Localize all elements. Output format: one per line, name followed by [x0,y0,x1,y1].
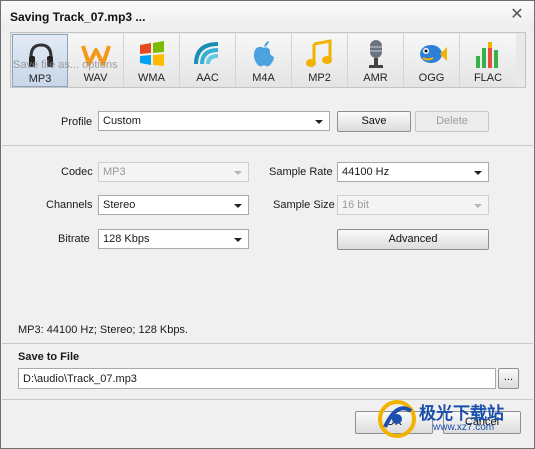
profile-select[interactable]: Custom [98,111,330,131]
output-path-field[interactable]: D:\audio\Track_07.mp3 [18,368,496,389]
format-label: MP2 [308,72,331,84]
title-bar: Saving Track_07.mp3 ... ✕ [1,1,534,31]
bitrate-value: 128 Kbps [103,233,150,245]
watermark: 极光下载站 www.xz7.com [373,395,533,443]
channels-select[interactable]: Stereo [98,195,249,215]
format-label: AAC [196,72,219,84]
format-label: AMR [363,72,388,84]
format-flac-button[interactable]: FLAC [460,34,516,87]
delete-profile-button[interactable]: Delete [415,111,489,132]
windows-flag-icon [140,41,164,66]
chevron-down-icon [234,238,242,242]
sample-size-select[interactable]: 16 bit [337,195,489,215]
chevron-down-icon [474,171,482,175]
format-label: M4A [252,72,275,84]
format-ogg-button[interactable]: OGG [404,34,460,87]
chevron-down-icon [234,171,242,175]
divider [2,343,533,344]
divider [2,145,533,146]
music-note-icon [306,39,332,67]
format-aac-button[interactable]: AAC [180,34,236,87]
apple-icon [253,41,274,67]
format-label: OGG [418,72,445,84]
channels-value: Stereo [103,199,136,211]
sample-rate-select[interactable]: 44100 Hz [337,162,489,182]
channels-label: Channels [46,199,93,211]
save-dialog: Saving Track_07.mp3 ... ✕ MP3 WAV WMA AA… [0,0,535,449]
browse-button[interactable]: ... [498,368,519,389]
save-profile-button[interactable]: Save [337,111,411,132]
sample-rate-value: 44100 Hz [342,166,390,178]
format-label: WMA [138,72,165,84]
format-label: MP3 [28,73,52,85]
fish-icon [420,45,447,63]
bitrate-label: Bitrate [58,233,90,245]
advanced-button[interactable]: Advanced [337,229,489,250]
format-mp2-button[interactable]: MP2 [292,34,348,87]
ghost-overlay-text: Save file as... options [13,59,118,71]
close-icon[interactable]: ✕ [508,6,526,24]
aac-wave-icon [194,42,219,65]
format-m4a-button[interactable]: M4A [236,34,292,87]
chevron-down-icon [234,204,242,208]
codec-value: MP3 [103,166,126,178]
microphone-icon [369,40,383,68]
watermark-url: www.xz7.com [433,422,495,433]
sample-size-value: 16 bit [342,199,369,211]
format-wma-button[interactable]: WMA [124,34,180,87]
format-amr-button[interactable]: AMR [348,34,404,87]
bitrate-select[interactable]: 128 Kbps [98,229,249,249]
profile-label: Profile [61,116,93,128]
save-to-file-title: Save to File [18,351,80,363]
format-label: WAV [83,72,108,84]
profile-value: Custom [103,115,141,127]
watermark-logo-icon [378,400,416,438]
sample-size-label: Sample Size [273,199,335,211]
chevron-down-icon [474,204,482,208]
window-title: Saving Track_07.mp3 ... [10,10,146,24]
sample-rate-label: Sample Rate [269,166,333,178]
equalizer-bars-icon [476,42,498,68]
watermark-title: 极光下载站 [419,404,504,424]
chevron-down-icon [315,120,323,124]
format-summary: MP3: 44100 Hz; Stereo; 128 Kbps. [18,324,188,336]
format-label: FLAC [473,72,503,84]
codec-select[interactable]: MP3 [98,162,249,182]
codec-label: Codec [61,166,93,178]
